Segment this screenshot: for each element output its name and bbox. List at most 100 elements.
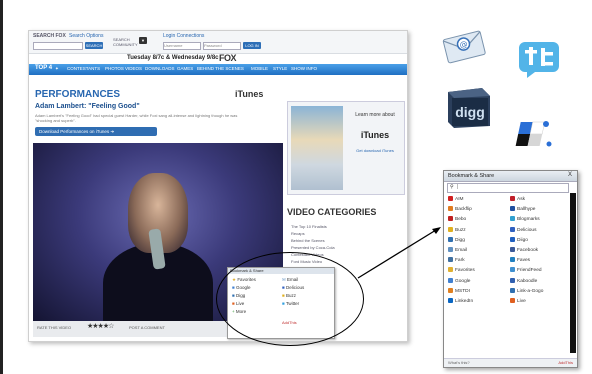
username-input[interactable]: Username bbox=[163, 42, 201, 50]
video-category-item[interactable]: The Top 10 Finalists bbox=[291, 223, 401, 230]
service-row: Fark Faves bbox=[448, 256, 566, 266]
nav-item-show-info[interactable]: SHOW INFO bbox=[291, 66, 317, 71]
panel-header: Bookmark & Share X bbox=[444, 171, 577, 182]
mstdi-icon bbox=[448, 287, 453, 293]
backflip-icon bbox=[448, 206, 453, 212]
service-grid: AIM Ask Backflip Ballhype Bebo Blogmarks Buzz D… bbox=[448, 195, 566, 307]
link-a-gogo-icon bbox=[510, 287, 515, 293]
login-connections-link[interactable]: Login Connections bbox=[163, 33, 204, 39]
service-item-ask[interactable]: Ask bbox=[510, 196, 525, 202]
service-item-faves[interactable]: Faves bbox=[510, 257, 530, 263]
arrow-right-icon: ➜ bbox=[110, 129, 115, 134]
service-item-buzz[interactable]: Buzz bbox=[448, 226, 466, 233]
blogmarks-icon bbox=[510, 216, 515, 222]
service-row: Backflip Ballhype bbox=[448, 205, 566, 215]
delicious-icon[interactable] bbox=[512, 116, 554, 150]
service-item-digg[interactable]: Digg bbox=[448, 236, 465, 243]
chevron-down-icon[interactable]: ▼ bbox=[139, 37, 147, 44]
nav-item-style[interactable]: STYLE bbox=[273, 66, 287, 71]
service-label: Ask bbox=[517, 197, 525, 202]
close-icon[interactable]: X bbox=[568, 172, 572, 178]
nav-item-downloads[interactable]: DOWNLOADS bbox=[145, 66, 175, 71]
service-item-linkedin[interactable]: LinkedIn bbox=[448, 297, 474, 304]
whats-this-link[interactable]: What's this? bbox=[448, 360, 470, 365]
download-itunes-label: Download Performances on iTunes bbox=[39, 129, 110, 134]
service-item-email[interactable]: Email bbox=[448, 246, 467, 253]
svg-text:digg: digg bbox=[455, 104, 485, 120]
rating-stars[interactable]: ★★★★☆ bbox=[87, 322, 114, 330]
ask-icon bbox=[510, 196, 515, 201]
service-item-aim[interactable]: AIM bbox=[448, 196, 464, 202]
video-category-item[interactable]: Presented by Coca-Cola bbox=[291, 244, 401, 251]
linkedin-icon bbox=[448, 297, 453, 303]
service-item-blogmarks[interactable]: Blogmarks bbox=[510, 216, 540, 222]
service-label: Faves bbox=[517, 258, 531, 264]
service-item-delicious[interactable]: Delicious bbox=[510, 226, 537, 233]
password-input[interactable]: Password bbox=[203, 42, 241, 50]
search-button[interactable]: SEARCH bbox=[85, 42, 103, 49]
fox-logo[interactable]: FOX bbox=[219, 53, 237, 63]
search-input[interactable] bbox=[33, 42, 83, 50]
nav-item-contestants[interactable]: CONTESTANTS bbox=[67, 66, 100, 71]
service-label: LinkedIn bbox=[455, 298, 474, 304]
google-icon bbox=[448, 277, 453, 283]
itunes-ad-download-link[interactable]: Get download iTunes bbox=[348, 148, 402, 153]
service-item-backflip[interactable]: Backflip bbox=[448, 206, 472, 212]
airdate-line: Tuesday 8/7c & Wednesday 9/8c bbox=[127, 55, 219, 61]
itunes-ad-learn-more: Learn more about bbox=[355, 112, 395, 118]
service-label: Fark bbox=[455, 258, 465, 264]
search-community-label: SEARCH COMMUNITY bbox=[113, 37, 138, 47]
service-row: Digg Diigo bbox=[448, 236, 566, 246]
service-item-favorites[interactable]: Favorites bbox=[448, 267, 475, 273]
itunes-ad[interactable]: Learn more about iTunes Get download iTu… bbox=[287, 101, 405, 195]
friendfeed-icon bbox=[510, 267, 515, 273]
nav-item-videos[interactable]: VIDEOS bbox=[125, 66, 142, 71]
post-comment-link[interactable]: POST A COMMENT bbox=[129, 325, 165, 330]
service-label: Favorites bbox=[455, 268, 475, 274]
itunes-ad-image bbox=[291, 106, 343, 190]
download-itunes-button[interactable]: Download Performances on iTunes ➜ bbox=[35, 127, 157, 136]
video-category-item[interactable]: Recaps bbox=[291, 230, 401, 237]
service-item-friendfeed[interactable]: FriendFeed bbox=[510, 267, 542, 273]
search-label: SEARCH FOX bbox=[33, 33, 66, 39]
service-label: Facebook bbox=[517, 247, 539, 253]
site-topbar: SEARCH FOX Search Options SEARCH SEARCH … bbox=[29, 31, 407, 54]
login-button[interactable]: LOG IN bbox=[243, 42, 261, 49]
service-item-ballhype[interactable]: Ballhype bbox=[510, 206, 535, 212]
twitter-icon[interactable] bbox=[517, 40, 561, 78]
service-item-kaboodle[interactable]: Kaboodle bbox=[510, 277, 537, 284]
service-item-facebook[interactable]: Facebook bbox=[510, 246, 539, 253]
service-label: Buzz bbox=[455, 227, 466, 233]
email-icon[interactable]: @ bbox=[442, 28, 486, 64]
service-item-google[interactable]: Google bbox=[448, 277, 470, 284]
live-icon bbox=[510, 297, 515, 303]
nav-item-games[interactable]: GAMES bbox=[177, 66, 193, 71]
service-label: Delicious bbox=[517, 227, 537, 233]
service-item-link-a-gogo[interactable]: Link-a-Gogo bbox=[510, 287, 543, 294]
nav-logo[interactable]: TOP 4 bbox=[35, 65, 52, 71]
service-item-bebo[interactable]: Bebo bbox=[448, 216, 466, 222]
panel-search-input[interactable]: ⚲ | bbox=[447, 183, 569, 193]
main-nav: TOP 4 ✦ CONTESTANTS PHOTOS VIDEOS DOWNLO… bbox=[29, 64, 407, 75]
video-category-item[interactable]: Behind the Scenes bbox=[291, 237, 401, 244]
service-item-fark[interactable]: Fark bbox=[448, 257, 465, 263]
addthis-link[interactable]: AddThis bbox=[558, 360, 573, 365]
service-item-diigo[interactable]: Diigo bbox=[510, 236, 528, 243]
digg-icon[interactable]: digg bbox=[444, 84, 494, 130]
service-row: LinkedIn Live bbox=[448, 297, 566, 307]
panel-scrollbar[interactable] bbox=[570, 193, 576, 353]
diigo-icon bbox=[510, 236, 515, 242]
bookmark-share-panel: Bookmark & Share X ⚲ | AIM Ask Backflip Bal… bbox=[443, 170, 578, 368]
service-row: MSTDI Link-a-Gogo bbox=[448, 287, 566, 297]
rate-video-label: RATE THIS VIDEO bbox=[37, 325, 72, 330]
nav-item-star-icon[interactable]: ✦ bbox=[55, 66, 59, 72]
panel-footer: What's this? AddThis bbox=[444, 358, 577, 367]
nav-item-photos[interactable]: PHOTOS bbox=[105, 66, 124, 71]
service-row: AIM Ask bbox=[448, 195, 566, 205]
nav-item-mobile[interactable]: MOBILE bbox=[251, 66, 268, 71]
service-item-live[interactable]: Live bbox=[510, 297, 526, 304]
service-item-mstdi[interactable]: MSTDI bbox=[448, 287, 470, 294]
video-categories-title: VIDEO CATEGORIES bbox=[287, 207, 377, 217]
nav-item-behind-the-scenes[interactable]: BEHIND THE SCENES bbox=[197, 66, 244, 71]
search-options-link[interactable]: Search Options bbox=[69, 33, 103, 39]
